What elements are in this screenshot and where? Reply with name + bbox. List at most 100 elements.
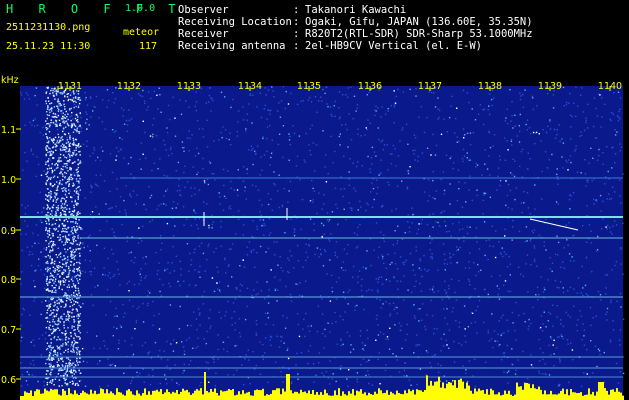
noise-speck xyxy=(55,276,57,278)
noise-speck xyxy=(415,88,417,90)
noise-speck xyxy=(290,382,293,385)
noise-speck xyxy=(197,345,199,348)
burst-speck xyxy=(58,320,60,322)
noise-speck xyxy=(242,119,245,121)
noise-speck xyxy=(518,230,521,233)
burst-speck xyxy=(79,372,82,374)
noise-speck xyxy=(542,291,545,293)
noise-speck xyxy=(488,113,491,116)
noise-speck xyxy=(121,224,123,226)
burst-speck xyxy=(46,260,49,263)
noise-speck xyxy=(389,315,391,317)
noise-speck xyxy=(160,203,162,205)
activity-bar xyxy=(246,392,248,400)
burst-speck xyxy=(51,258,54,261)
noise-speck xyxy=(368,359,370,361)
noise-speck xyxy=(302,100,304,102)
activity-bar xyxy=(378,388,380,400)
burst-speck xyxy=(63,377,66,380)
noise-speck xyxy=(84,91,86,94)
noise-speck xyxy=(412,149,414,152)
noise-speck xyxy=(148,186,150,188)
noise-speck xyxy=(244,130,247,132)
burst-speck xyxy=(59,172,61,175)
noise-speck xyxy=(236,130,238,133)
noise-speck xyxy=(263,108,265,110)
noise-speck xyxy=(183,280,185,283)
noise-speck xyxy=(21,373,23,376)
noise-speck xyxy=(115,205,117,208)
activity-bar xyxy=(384,392,386,400)
activity-bar xyxy=(392,393,394,400)
activity-bar xyxy=(610,389,612,400)
burst-speck xyxy=(65,190,67,192)
noise-speck xyxy=(434,154,437,156)
noise-speck xyxy=(438,116,440,119)
noise-speck xyxy=(387,181,389,183)
burst-speck xyxy=(45,161,47,163)
burst-speck xyxy=(73,214,75,217)
burst-speck xyxy=(48,234,51,236)
noise-speck xyxy=(165,378,167,380)
noise-speck xyxy=(511,311,514,314)
noise-speck xyxy=(250,250,252,252)
burst-speck xyxy=(67,358,70,360)
noise-speck xyxy=(534,258,536,261)
burst-speck xyxy=(61,364,63,366)
noise-speck xyxy=(446,308,448,310)
noise-speck xyxy=(39,131,41,134)
noise-speck xyxy=(538,234,541,237)
noise-speck xyxy=(498,241,500,243)
burst-speck xyxy=(46,270,49,272)
noise-speck xyxy=(469,132,472,134)
noise-speck xyxy=(37,211,39,214)
noise-speck xyxy=(271,86,273,88)
burst-speck xyxy=(75,147,77,149)
activity-bar xyxy=(178,394,180,400)
noise-speck xyxy=(162,283,164,286)
noise-speck xyxy=(246,168,248,170)
noise-speck xyxy=(597,348,600,350)
noise-speck xyxy=(543,241,545,243)
burst-speck xyxy=(75,275,77,277)
activity-bar xyxy=(100,388,102,400)
noise-speck xyxy=(321,208,323,210)
burst-speck xyxy=(57,230,59,232)
noise-speck xyxy=(158,87,160,89)
noise-speck xyxy=(323,203,325,205)
noise-speck xyxy=(73,380,75,382)
noise-speck xyxy=(307,362,309,365)
noise-speck xyxy=(40,251,42,253)
burst-speck xyxy=(61,385,63,387)
noise-speck xyxy=(438,109,441,112)
burst-speck xyxy=(57,161,59,163)
burst-speck xyxy=(68,272,70,274)
noise-speck xyxy=(533,229,536,231)
noise-speck xyxy=(164,268,166,271)
noise-speck xyxy=(426,223,429,226)
noise-speck xyxy=(220,226,222,228)
burst-speck xyxy=(80,273,82,275)
noise-speck xyxy=(466,157,468,159)
noise-speck xyxy=(303,159,305,161)
noise-speck xyxy=(264,352,266,354)
noise-speck xyxy=(166,175,168,177)
burst-speck xyxy=(78,244,81,246)
burst-speck xyxy=(65,182,67,184)
noise-speck xyxy=(43,274,46,276)
burst-speck xyxy=(63,146,66,149)
noise-speck xyxy=(327,322,329,324)
burst-speck xyxy=(59,180,61,182)
burst-speck xyxy=(59,148,62,150)
burst-speck xyxy=(75,187,78,190)
activity-bar xyxy=(440,387,442,400)
burst-speck xyxy=(55,94,58,96)
noise-speck xyxy=(43,255,46,258)
burst-speck xyxy=(74,332,76,335)
burst-speck xyxy=(63,133,66,135)
noise-speck xyxy=(376,192,378,195)
noise-speck xyxy=(262,136,264,138)
noise-speck xyxy=(239,290,241,292)
noise-speck xyxy=(91,211,94,213)
activity-bar xyxy=(496,394,498,400)
